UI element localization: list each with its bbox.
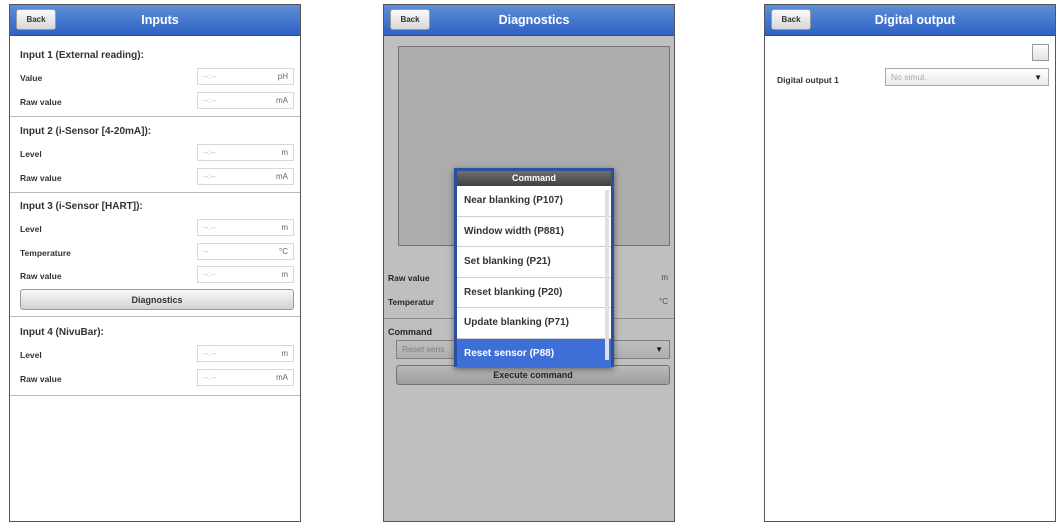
row-label-level: Level [20,149,42,159]
row-label-raw-value: Raw value [20,173,62,183]
simulation-checkbox[interactable] [1032,44,1049,61]
command-option[interactable]: Near blanking (P107) [457,186,611,217]
section-divider [10,316,300,317]
input-1-value-field: --:-- pH [197,68,294,85]
field-unit: °C [279,247,288,256]
digital-output-screen: Back Digital output Digital output 1 No … [764,4,1056,522]
input-2-level-field: --:-- m [197,144,294,161]
command-option[interactable]: Window width (P881) [457,217,611,247]
row-label-raw-value: Raw value [20,97,62,107]
field-value: --:-- [203,349,216,358]
field-unit: m [281,349,288,358]
page-title: Digital output [874,13,956,27]
command-option[interactable]: Update blanking (P71) [457,308,611,339]
row-label-raw-value: Raw value [20,271,62,281]
command-option[interactable]: Set blanking (P21) [457,247,611,278]
field-unit: m [281,270,288,279]
inputs-screen: Back Inputs Input 1 (External reading): … [9,4,301,522]
diagnostics-header: Back Diagnostics [384,5,674,36]
field-value: -- [203,247,209,256]
section-title-input-2: Input 2 (i-Sensor [4-20mA]): [20,126,152,137]
input-1-raw-value-field: --:-- mA [197,92,294,109]
input-3-raw-value-field: --:-- m [197,266,294,283]
section-divider [10,395,300,396]
back-button[interactable]: Back [16,9,56,30]
row-label-level: Level [20,224,42,234]
row-label-digital-output-1: Digital output 1 [777,75,839,85]
diagnostics-button[interactable]: Diagnostics [20,289,294,310]
section-title-input-3: Input 3 (i-Sensor [HART]): [20,201,143,212]
chevron-down-icon: ▼ [1034,73,1042,82]
digital-output-select[interactable]: No simul. ▼ [885,68,1049,86]
field-unit: m [281,148,288,157]
row-label-raw-value: Raw value [20,374,62,384]
field-value: --:-- [203,270,216,279]
page-title: Diagnostics [498,13,570,27]
back-button[interactable]: Back [771,9,811,30]
field-value: --:-- [203,96,216,105]
field-value: --:-- [203,172,216,181]
field-unit: pH [277,72,288,81]
section-divider [10,192,300,193]
field-value: --:-- [203,72,216,81]
row-label-temperature: Temperature [20,248,71,258]
input-4-raw-value-field: --:-- mA [197,369,294,386]
command-option-selected[interactable]: Reset sensor (P88) [457,338,611,368]
section-title-input-1: Input 1 (External reading): [20,50,144,61]
digital-output-select-value: No simul. [891,72,927,82]
field-value: --:-- [203,373,216,382]
input-4-level-field: --:-- m [197,345,294,362]
field-unit: mA [276,373,288,382]
page-title: Inputs [141,13,179,27]
field-value: --:-- [203,223,216,232]
diagnostics-screen: Back Diagnostics Raw value m Temperatur … [383,4,675,522]
input-2-raw-value-field: --:-- mA [197,168,294,185]
input-3-level-field: --:-- m [197,219,294,236]
row-label-value: Value [20,73,43,83]
row-label-level: Level [20,350,42,360]
field-unit: mA [276,96,288,105]
dialog-scrollbar[interactable] [605,190,609,360]
digital-output-header: Back Digital output [765,5,1055,36]
command-option[interactable]: Reset blanking (P20) [457,278,611,308]
field-unit: m [281,223,288,232]
section-title-input-4: Input 4 (NivuBar): [20,327,104,338]
command-dialog: Command Near blanking (P107) Window widt… [454,168,614,368]
field-value: --:-- [203,148,216,157]
dialog-title: Command [457,171,611,186]
back-button[interactable]: Back [390,9,430,30]
field-unit: mA [276,172,288,181]
inputs-header: Back Inputs [10,5,300,36]
section-divider [10,116,300,117]
input-3-temperature-field: -- °C [197,243,294,260]
